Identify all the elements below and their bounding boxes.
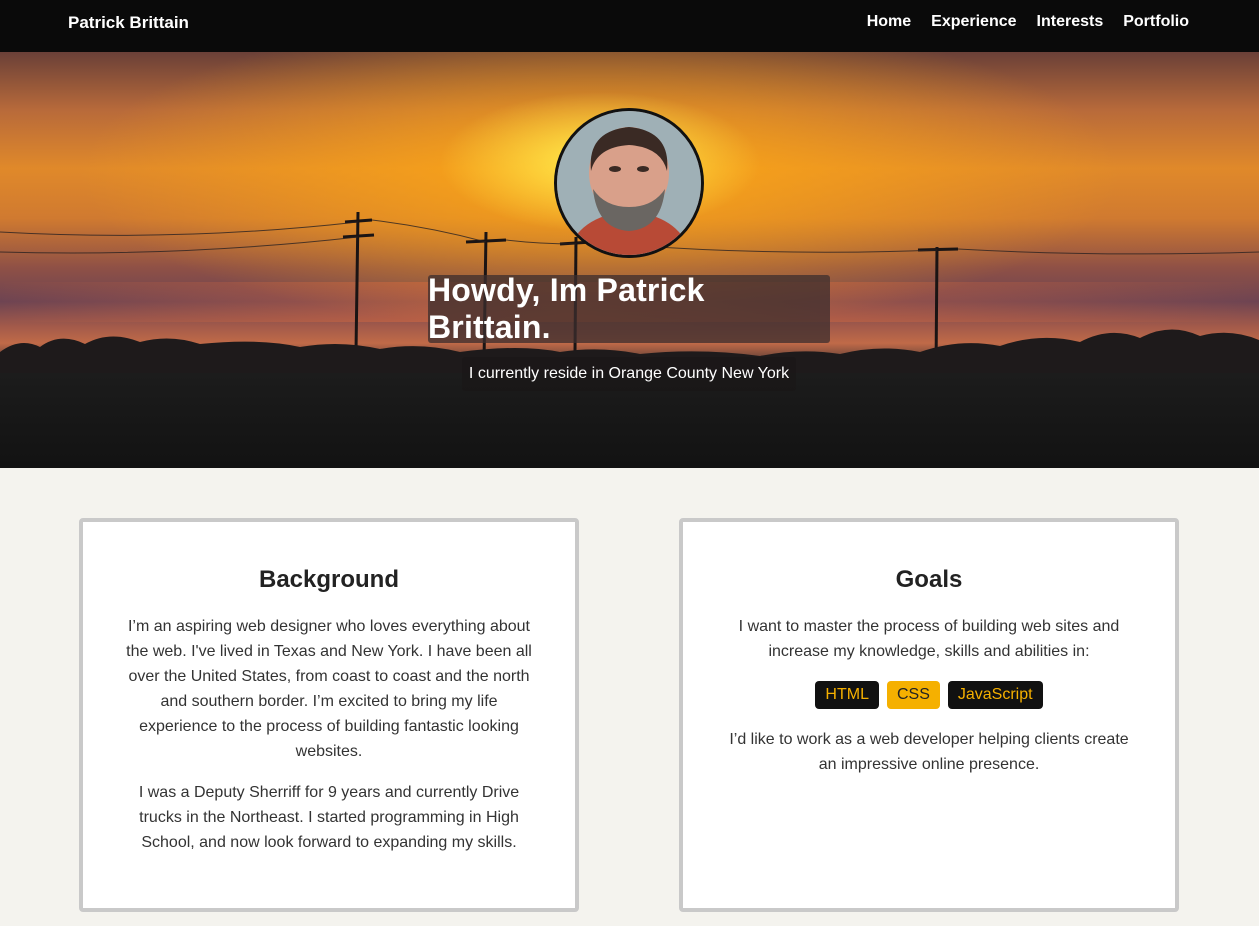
- goals-paragraph-1: I want to master the process of building…: [738, 618, 1120, 660]
- badge-javascript: JavaScript: [947, 681, 1043, 709]
- profile-avatar: [554, 108, 704, 258]
- brand-link[interactable]: Patrick Brittain: [68, 13, 189, 33]
- nav-link-portfolio[interactable]: Portfolio: [1123, 13, 1189, 31]
- nav-link-home[interactable]: Home: [867, 13, 911, 31]
- badge-css: CSS: [886, 681, 940, 709]
- goals-card: Goals I want to master the process of bu…: [679, 518, 1179, 912]
- hero-subtitle-box: I currently reside in Orange County New …: [462, 357, 796, 391]
- top-navbar: Patrick Brittain Home Experience Interes…: [0, 0, 1259, 52]
- hero-title-box: Howdy, Im Patrick Brittain.: [428, 272, 830, 345]
- background-card: Background I’m an aspiring web designer …: [79, 518, 579, 912]
- portrait-illustration: [557, 111, 701, 255]
- background-heading: Background: [258, 566, 399, 593]
- hero-subtitle: I currently reside in Orange County New …: [468, 365, 790, 382]
- hero-banner: Howdy, Im Patrick Brittain. I currently …: [0, 52, 1259, 468]
- goals-heading: Goals: [895, 566, 963, 593]
- goals-paragraph-2: I’d like to work as a web developer help…: [729, 731, 1129, 773]
- background-paragraph-1: I’m an aspiring web designer who loves e…: [126, 618, 532, 760]
- badge-html: HTML: [815, 681, 879, 709]
- nav-links: Home Experience Interests Portfolio: [867, 13, 1189, 31]
- background-paragraph-2: I was a Deputy Sherriff for 9 years and …: [138, 784, 520, 851]
- nav-link-interests[interactable]: Interests: [1037, 13, 1104, 31]
- nav-link-experience[interactable]: Experience: [931, 13, 1016, 31]
- hero-title: Howdy, Im Patrick Brittain.: [428, 272, 705, 345]
- skill-badges: HTML CSS JavaScript: [683, 681, 1175, 709]
